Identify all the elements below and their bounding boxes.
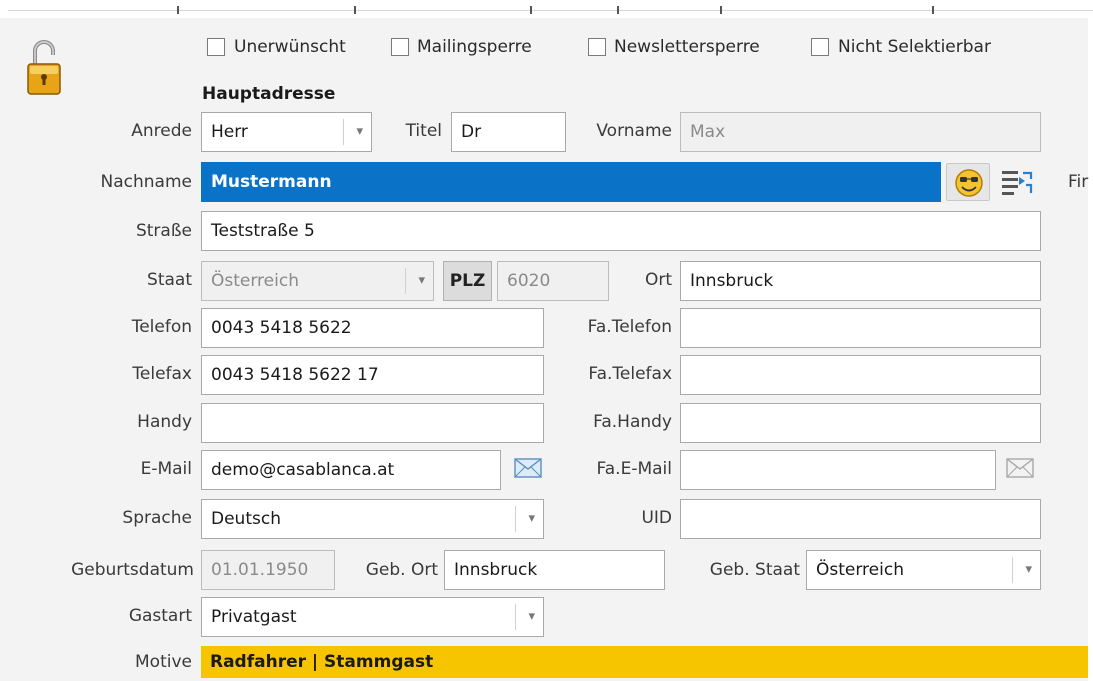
anrede-label: Anrede [131,121,192,141]
cut-off-label: Fir [1068,172,1089,192]
smiley-button[interactable] [946,163,990,201]
anrede-value: Herr [211,122,248,142]
titel-label: Titel [405,121,442,141]
sprache-value: Deutsch [211,509,281,529]
staat-select[interactable]: Österreich [201,261,434,301]
telefon-input[interactable]: 0043 5418 5622 [201,308,544,348]
geb-ort-input[interactable]: Innsbruck [444,550,665,590]
geb-staat-select[interactable]: Österreich [806,550,1041,590]
geb-staat-label: Geb. Staat [709,560,800,580]
fa-telefax-input[interactable] [680,355,1041,395]
envelope-icon [1006,458,1034,478]
fa-telefon-input[interactable] [680,308,1041,348]
right-edge [1088,18,1093,681]
list-edit-icon [1002,171,1033,195]
telefax-input[interactable]: 0043 5418 5622 17 [201,355,544,395]
gastart-label: Gastart [128,606,192,626]
handy-label: Handy [137,412,192,432]
strasse-input[interactable]: Teststraße 5 [201,211,1041,251]
checkbox-nicht-selektierbar-label: Nicht Selektierbar [838,37,991,57]
telefax-label: Telefax [132,364,192,384]
gastart-select[interactable]: Privatgast [201,597,544,637]
fa-email-label: Fa.E-Mail [596,459,672,479]
sprache-label: Sprache [122,508,192,528]
email-send-button[interactable] [514,458,542,483]
telefon-label: Telefon [131,317,192,337]
fa-handy-label: Fa.Handy [593,412,672,432]
fa-telefon-label: Fa.Telefon [587,317,672,337]
top-strip [0,0,1093,18]
sprache-select[interactable]: Deutsch [201,499,544,539]
fa-email-send-button[interactable] [1006,458,1034,483]
nachname-label: Nachname [100,172,192,192]
nachname-input[interactable]: Mustermann [201,162,941,202]
uid-input[interactable] [680,499,1041,539]
motive-label: Motive [135,652,192,672]
fa-handy-input[interactable] [680,403,1041,443]
checkbox-newslettersperre[interactable] [588,38,606,56]
column-tick [720,6,722,14]
geburtsdatum-label: Geburtsdatum [71,560,194,580]
plz-input[interactable]: 6020 [497,261,609,301]
checkbox-mailingsperre-label: Mailingsperre [417,37,532,57]
geb-ort-label: Geb. Ort [365,560,438,580]
email-input[interactable]: demo@casablanca.at [201,450,501,490]
checkbox-newslettersperre-label: Newslettersperre [614,37,760,57]
list-edit-button[interactable] [995,163,1039,201]
vorname-label: Vorname [596,121,672,141]
motive-field[interactable]: Radfahrer | Stammgast [201,646,1088,678]
checkbox-unerwuenscht[interactable] [207,38,225,56]
column-tick [932,6,934,14]
section-title: Hauptadresse [202,84,336,104]
checkbox-unerwuenscht-label: Unerwünscht [234,37,346,57]
ort-label: Ort [644,270,672,290]
strasse-label: Straße [135,221,192,241]
column-tick [530,6,532,14]
column-tick [354,6,356,14]
unlocked-padlock-icon[interactable] [26,37,62,101]
geb-staat-value: Österreich [816,560,904,580]
uid-label: UID [641,508,672,528]
anrede-select[interactable]: Herr [201,112,372,152]
smiley-icon [955,169,983,197]
fa-email-input[interactable] [680,450,996,490]
gastart-value: Privatgast [211,607,297,627]
column-tick [177,6,179,14]
plz-button[interactable]: PLZ [443,261,492,301]
titel-input[interactable]: Dr [451,112,566,152]
email-label: E-Mail [140,459,192,479]
envelope-icon [514,458,542,478]
handy-input[interactable] [201,403,544,443]
checkbox-nicht-selektierbar[interactable] [811,38,829,56]
ort-input[interactable]: Innsbruck [680,261,1041,301]
geburtsdatum-input[interactable]: 01.01.1950 [201,550,335,590]
staat-label: Staat [147,270,192,290]
vorname-input[interactable]: Max [680,112,1041,152]
checkbox-mailingsperre[interactable] [391,38,409,56]
staat-value: Österreich [211,271,299,291]
fa-telefax-label: Fa.Telefax [588,364,672,384]
column-tick [617,6,619,14]
top-divider [8,10,1093,11]
